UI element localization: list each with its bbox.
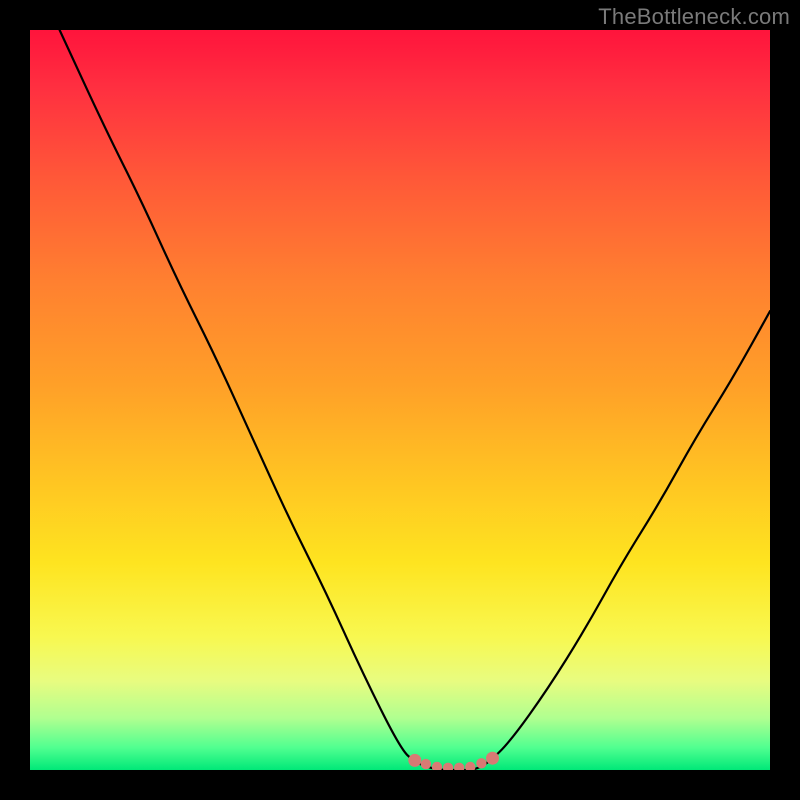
optimal-marker-dot xyxy=(421,759,431,769)
optimal-marker-dot xyxy=(454,763,464,770)
optimal-marker-dot xyxy=(408,754,421,767)
bottleneck-curve-line xyxy=(60,30,770,770)
chart-svg-layer xyxy=(30,30,770,770)
optimal-marker-dot xyxy=(432,762,442,770)
optimal-marker-dot xyxy=(486,752,499,765)
optimal-marker-dot xyxy=(443,763,453,770)
optimal-marker-dot xyxy=(476,758,486,768)
chart-frame: TheBottleneck.com xyxy=(0,0,800,800)
optimal-range-markers xyxy=(408,752,499,770)
watermark-text: TheBottleneck.com xyxy=(598,4,790,30)
optimal-marker-dot xyxy=(465,762,475,770)
